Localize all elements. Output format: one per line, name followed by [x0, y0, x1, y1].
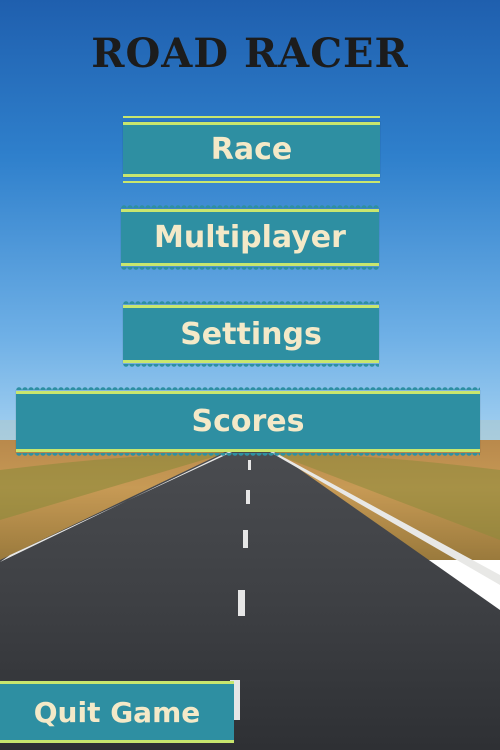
- multiplayer-button[interactable]: Multiplayer: [121, 204, 379, 271]
- multiplayer-button-label: Multiplayer: [154, 220, 346, 255]
- game-title: ROAD RACER: [91, 30, 409, 77]
- scores-button-label: Scores: [191, 404, 305, 439]
- settings-button-label: Settings: [180, 316, 322, 352]
- quit-game-button[interactable]: Quit Game: [0, 681, 234, 743]
- scores-button[interactable]: Scores: [16, 386, 480, 457]
- race-button[interactable]: Race: [123, 116, 380, 183]
- road-background: [0, 0, 500, 750]
- race-button-label: Race: [210, 132, 293, 167]
- quit-game-button-label: Quit Game: [33, 695, 201, 729]
- settings-button[interactable]: Settings: [123, 300, 379, 368]
